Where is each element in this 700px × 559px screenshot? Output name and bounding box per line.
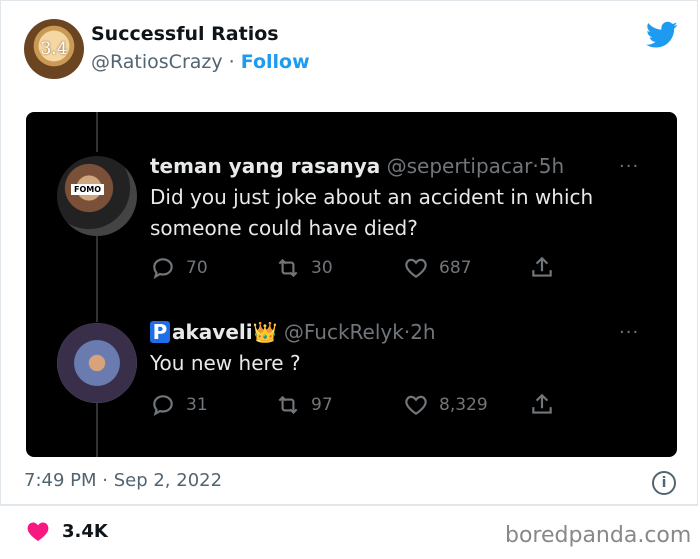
embedded-tweet-card: 3.4 Successful Ratios @RatiosCrazy · Fol… [0, 0, 698, 505]
tweet1-reply-action: 70 [150, 255, 208, 281]
tweet1-reply-count: 70 [186, 258, 208, 278]
tweet1-like-count: 687 [439, 258, 472, 278]
retweet-icon [278, 395, 298, 415]
thread-line-middle [96, 232, 98, 322]
share-icon [532, 256, 552, 277]
account-name[interactable]: Successful Ratios [91, 23, 279, 45]
like-count: 3.4K [62, 520, 108, 542]
tweet2-reply-action: 31 [150, 392, 208, 418]
heart-filled-icon[interactable] [26, 520, 50, 542]
thread-line-top [96, 112, 98, 152]
reply-icon [153, 395, 173, 416]
tweet2-handle: @FuckRelyk [283, 320, 404, 344]
tweet2-more-icon: ··· [619, 322, 640, 343]
avatar-logo-text: 3.4 [40, 39, 68, 59]
tweet2-crown-emoji: 👑 [252, 320, 278, 344]
tweet-screenshot-image: FOMO teman yang rasanya @sepertipacar·5h… [26, 112, 677, 457]
tweet1-avatar-badge: FOMO [71, 184, 105, 195]
account-avatar[interactable]: 3.4 [24, 19, 84, 79]
heart-outline-icon [405, 258, 427, 278]
watermark: boredpanda.com [505, 523, 692, 548]
tweet1-retweet-count: 30 [311, 258, 333, 278]
tweet1-avatar: FOMO [57, 156, 137, 236]
tweet1-handle: @sepertipacar [386, 154, 533, 178]
tweet1-like-action: 687 [403, 255, 471, 281]
card-divider [0, 505, 698, 506]
tweet2-display-name: akaveli [172, 320, 253, 344]
share-icon [532, 393, 552, 414]
reply-icon [153, 258, 173, 279]
tweet1-time: 5h [538, 154, 565, 178]
tweet2-header: Pakaveli👑 @FuckRelyk·2h [150, 320, 436, 344]
account-handle-row: @RatiosCrazy · Follow [91, 51, 310, 73]
tweet2-retweet-count: 97 [311, 395, 333, 415]
account-handle[interactable]: @RatiosCrazy [91, 51, 223, 73]
retweet-icon [278, 258, 298, 278]
info-icon[interactable]: i [652, 471, 676, 495]
tweet2-share-action [529, 392, 555, 418]
tweet2-like-count: 8,329 [439, 395, 488, 415]
tweet1-text: Did you just joke about an accident in w… [150, 185, 594, 240]
tweet1-retweet-action: 30 [275, 255, 333, 281]
heart-outline-icon [405, 395, 427, 415]
tweet1-share-action [529, 255, 555, 281]
tweet-timestamp[interactable]: 7:49 PM · Sep 2, 2022 [24, 470, 222, 491]
thread-line-bottom [96, 400, 98, 457]
tweet2-retweet-action: 97 [275, 392, 333, 418]
twitter-bird-icon[interactable] [646, 21, 678, 49]
tweet1-more-icon: ··· [619, 156, 640, 177]
tweet2-text: You new here ? [150, 351, 301, 375]
tweet2-reply-count: 31 [186, 395, 208, 415]
tweet2-time: 2h [410, 320, 436, 344]
follow-button[interactable]: Follow [241, 51, 310, 73]
tweet1-display-name: teman yang rasanya [150, 154, 381, 178]
like-summary[interactable]: 3.4K [26, 520, 108, 542]
tweet2-avatar [57, 323, 137, 403]
tweet1-header: teman yang rasanya @sepertipacar·5h [150, 154, 565, 178]
tweet2-name-badge: P [150, 321, 170, 343]
separator-dot: · [228, 51, 235, 73]
tweet2-like-action: 8,329 [403, 392, 488, 418]
